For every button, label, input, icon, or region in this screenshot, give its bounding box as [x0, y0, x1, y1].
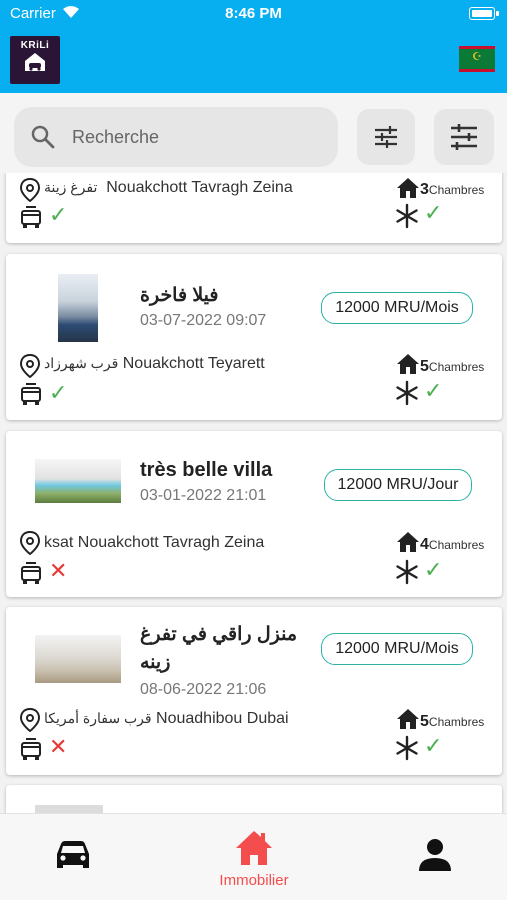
house-icon	[236, 831, 272, 865]
car-icon	[57, 841, 89, 868]
price-badge: 12000 MRU/Mois	[321, 633, 473, 665]
house-icon	[397, 532, 419, 552]
location-pin-icon	[20, 531, 40, 555]
location-pin-icon	[20, 178, 40, 202]
listings-list[interactable]: تفرغ زينة Nouakchott Tavragh Zeina ✓ 3Ch…	[0, 173, 507, 813]
listing-location: قرب شهرزاد Nouakchott Teyarett	[44, 355, 265, 373]
listing-photo[interactable]	[35, 459, 121, 503]
listing-card[interactable]	[6, 785, 502, 813]
search-icon	[30, 124, 56, 154]
location-pin-icon	[20, 708, 40, 732]
rooms-label: Chambres	[428, 715, 485, 729]
nav-tab-vehicles[interactable]	[30, 814, 116, 900]
ac-available-icon: ✓	[424, 734, 443, 759]
parking-car-icon	[21, 383, 41, 405]
listing-location-text: Nouakchott Teyarett	[122, 355, 265, 372]
rooms-count: 4	[420, 536, 429, 553]
listing-title: فيلا فاخرة	[140, 285, 219, 306]
snowflake-icon	[396, 735, 418, 761]
listing-card[interactable]: تفرغ زينة Nouakchott Tavragh Zeina ✓ 3Ch…	[6, 173, 502, 243]
listing-location: ksat Nouakchott Tavragh Zeina	[44, 534, 264, 552]
parking-car-icon	[21, 738, 41, 760]
listing-location-text: ksat Nouakchott Tavragh Zeina	[44, 534, 265, 551]
parking-unavailable-icon: ✕	[49, 735, 68, 760]
listing-date: 03-01-2022 21:01	[140, 487, 267, 504]
sort-button[interactable]	[434, 109, 494, 165]
ac-available-icon: ✓	[424, 558, 443, 583]
listing-date: 08-06-2022 21:06	[140, 681, 267, 698]
sliders-icon	[451, 124, 477, 150]
search-box[interactable]	[14, 107, 338, 167]
tune-icon	[375, 126, 397, 148]
snowflake-icon	[396, 380, 418, 406]
nav-tab-immobilier[interactable]: Immobilier	[196, 814, 312, 900]
parking-available-icon: ✓	[49, 203, 68, 228]
listing-rooms: 4Chambres	[420, 534, 484, 554]
listing-date: 03-07-2022 09:07	[140, 312, 267, 329]
search-row	[0, 93, 507, 173]
listing-card[interactable]: منزل راقي في تفرغ زينه 08-06-2022 21:06 …	[6, 607, 502, 775]
parking-car-icon	[21, 206, 41, 228]
house-icon	[397, 178, 419, 198]
logo-text: KRiLi	[20, 40, 50, 51]
battery-icon	[469, 7, 499, 20]
ac-available-icon: ✓	[424, 379, 443, 404]
nav-tab-label: Immobilier	[219, 872, 289, 889]
snowflake-icon	[396, 559, 418, 585]
search-input[interactable]	[72, 119, 322, 155]
rooms-label: Chambres	[428, 183, 485, 197]
listing-location-text: Nouakchott Tavragh Zeina	[106, 179, 293, 196]
listing-location: قرب سفارة أمريكا Nouadhibou Dubai	[44, 710, 289, 728]
app-logo[interactable]: KRiLi	[10, 36, 60, 84]
rooms-label: Chambres	[428, 538, 485, 552]
person-icon	[419, 839, 451, 871]
listing-location-ar: تفرغ زينة	[44, 179, 98, 195]
rooms-count: 3	[420, 181, 429, 198]
listing-photo[interactable]	[58, 274, 98, 342]
listing-rooms: 3Chambres	[420, 179, 484, 199]
listing-location-ar: قرب شهرزاد	[44, 355, 119, 371]
nav-tab-profile[interactable]	[392, 814, 478, 900]
mauritania-flag-icon[interactable]: ☪	[459, 46, 495, 72]
listing-photo[interactable]	[35, 805, 103, 813]
location-pin-icon	[20, 354, 40, 378]
ac-available-icon: ✓	[424, 201, 443, 226]
house-icon	[397, 709, 419, 729]
price-badge: 12000 MRU/Jour	[324, 469, 472, 501]
status-time: 8:46 PM	[225, 5, 282, 22]
parking-available-icon: ✓	[49, 381, 68, 406]
status-bar: Carrier 8:46 PM	[0, 0, 507, 28]
parking-unavailable-icon: ✕	[49, 559, 68, 584]
listing-rooms: 5Chambres	[420, 356, 484, 376]
app-bar: KRiLi ☪	[0, 28, 507, 93]
rooms-count: 5	[420, 713, 429, 730]
listing-title: منزل راقي في تفرغ زينه	[140, 624, 298, 673]
rooms-count: 5	[420, 358, 429, 375]
snowflake-icon	[396, 203, 418, 229]
listing-card[interactable]: très belle villa 03-01-2022 21:01 12000 …	[6, 431, 502, 597]
price-badge: 12000 MRU/Mois	[321, 292, 473, 324]
listing-rooms: 5Chambres	[420, 711, 484, 731]
parking-car-icon	[21, 562, 41, 584]
filter-button[interactable]	[357, 109, 415, 165]
listing-location-ar: قرب سفارة أمريكا	[44, 710, 152, 726]
rooms-label: Chambres	[428, 360, 485, 374]
listing-title: très belle villa	[140, 459, 273, 481]
listing-location: تفرغ زينة Nouakchott Tavragh Zeina	[44, 179, 293, 197]
house-car-logo-icon	[25, 53, 45, 71]
listing-photo[interactable]	[35, 635, 121, 683]
house-icon	[397, 354, 419, 374]
bottom-navigation: Immobilier	[0, 813, 507, 900]
listing-card[interactable]: فيلا فاخرة 03-07-2022 09:07 12000 MRU/Mo…	[6, 254, 502, 420]
listing-location-text: Nouadhibou Dubai	[156, 710, 289, 727]
